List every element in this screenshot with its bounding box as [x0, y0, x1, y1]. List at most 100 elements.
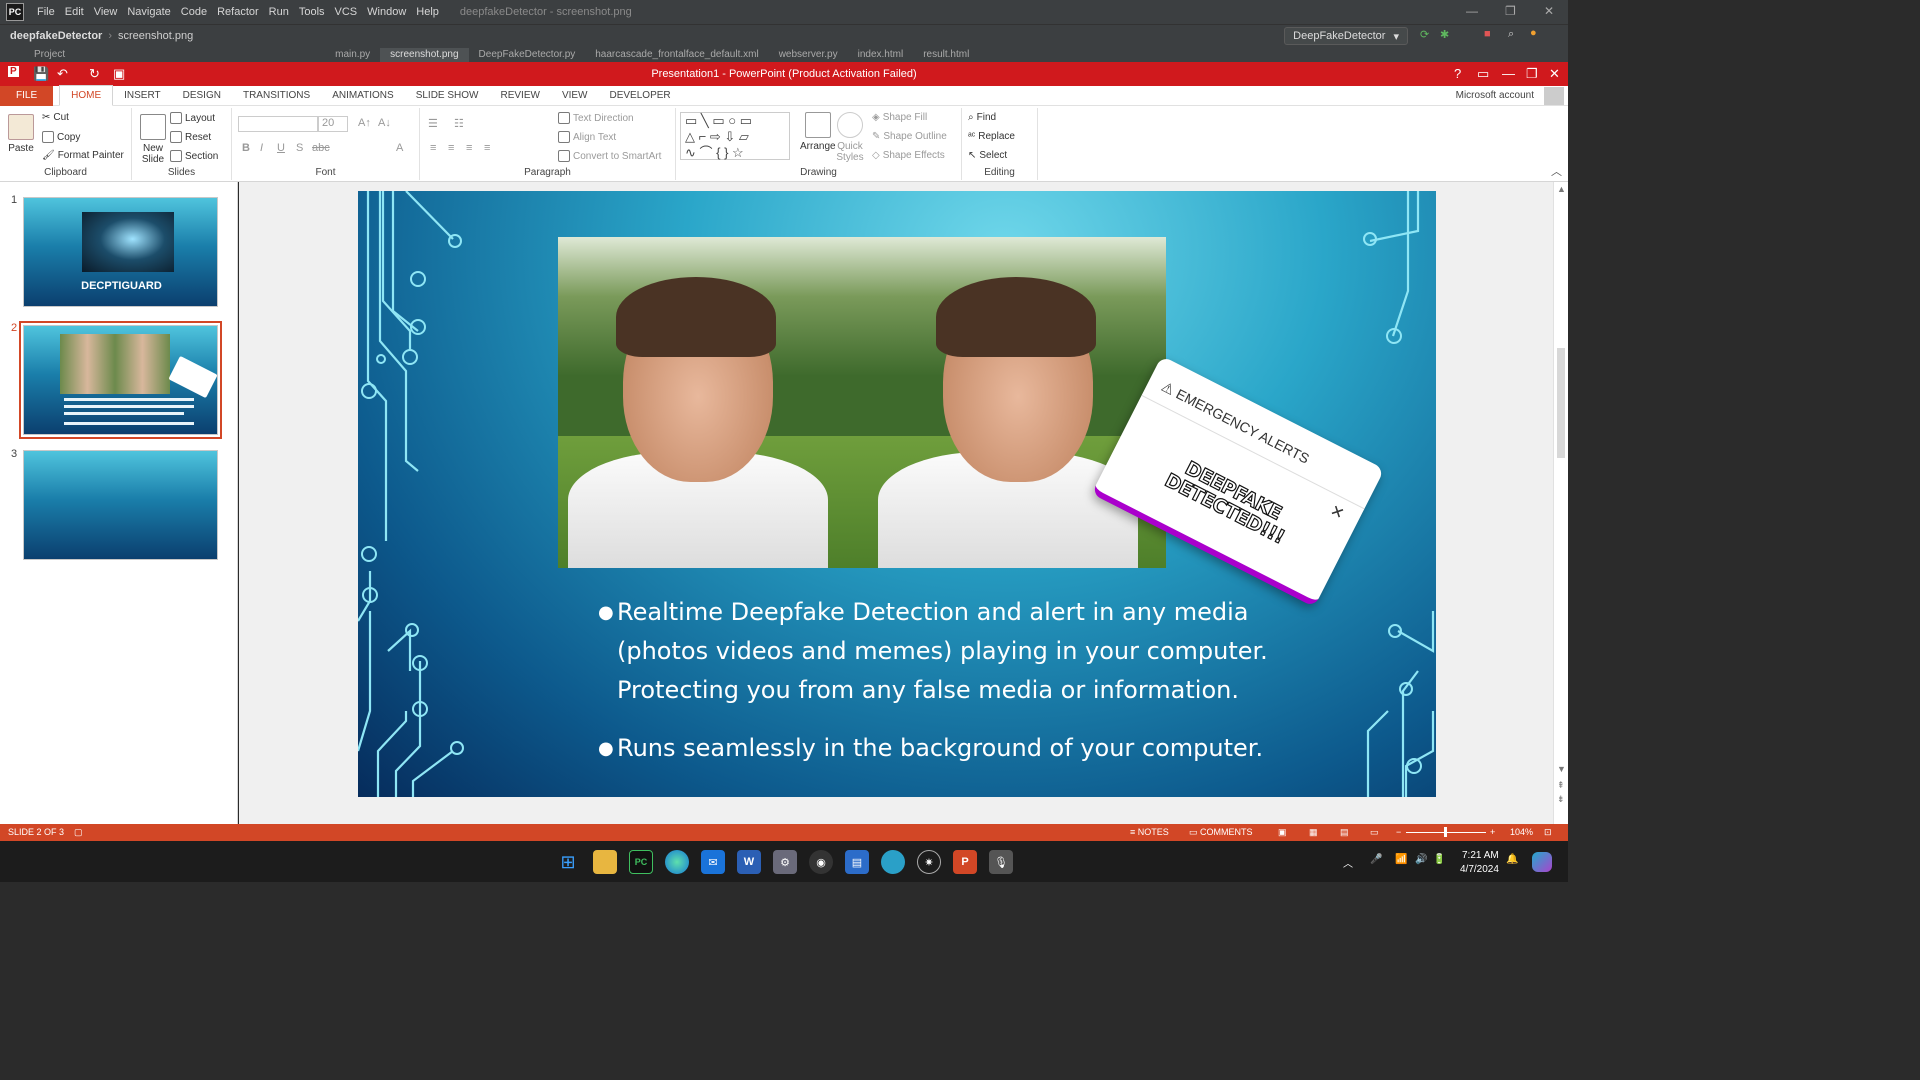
chatgpt-icon[interactable]: ✷ [917, 850, 941, 874]
numbering-icon[interactable]: ☷ [454, 117, 464, 130]
tab-deepfakedetector-py[interactable]: DeepFakeDetector.py [469, 48, 586, 62]
layout-button[interactable]: Layout [170, 112, 215, 124]
menu-run[interactable]: Run [264, 6, 294, 18]
edge-icon[interactable] [665, 850, 689, 874]
tab-animations[interactable]: ANIMATIONS [321, 86, 404, 106]
find-button[interactable]: ⌕ Find [968, 112, 996, 123]
italic-icon[interactable]: I [260, 142, 263, 154]
fit-slide-icon[interactable]: ⊡ [1544, 827, 1552, 838]
align-right-icon[interactable]: ≡ [466, 142, 472, 154]
slideshow-view-icon[interactable]: ▭ [1370, 827, 1379, 838]
vertical-scrollbar[interactable]: ▲ ▼ ⇞ ⇟ [1553, 182, 1568, 824]
align-left-icon[interactable]: ≡ [430, 142, 436, 154]
breadcrumb-project[interactable]: deepfakeDetector [10, 30, 102, 42]
menu-window[interactable]: Window [362, 6, 411, 18]
align-center-icon[interactable]: ≡ [448, 142, 454, 154]
run-icon[interactable]: ⟳ [1420, 28, 1429, 41]
arrange-button[interactable]: Arrange [800, 112, 836, 152]
normal-view-icon[interactable]: ▣ [1278, 827, 1287, 838]
tab-main-py[interactable]: main.py [325, 48, 380, 62]
comments-button[interactable]: ▭ COMMENTS [1189, 827, 1253, 838]
settings-icon[interactable]: ⚙ [773, 850, 797, 874]
shape-effects-button[interactable]: ◇ Shape Effects [872, 150, 945, 161]
scroll-up-icon[interactable]: ▲ [1557, 184, 1566, 194]
previous-slide-icon[interactable]: ⇞ [1557, 780, 1565, 791]
tab-home[interactable]: HOME [59, 85, 114, 106]
tab-project[interactable]: Project [24, 48, 75, 62]
clock-time[interactable]: 7:21 AM [1462, 850, 1499, 861]
shadow-icon[interactable]: S [296, 142, 303, 154]
bullet-2[interactable]: ● Runs seamlessly in the background of y… [598, 729, 1263, 768]
redo-icon[interactable]: ↻ [89, 66, 100, 82]
mail-icon[interactable]: ✉ [701, 850, 725, 874]
file-explorer-icon[interactable] [593, 850, 617, 874]
bold-icon[interactable]: B [242, 142, 250, 154]
copilot-icon[interactable] [1532, 852, 1552, 872]
tab-file[interactable]: FILE [0, 85, 54, 106]
ide-close-icon[interactable]: ✕ [1544, 4, 1554, 18]
underline-icon[interactable]: U [277, 142, 285, 154]
tab-index-html[interactable]: index.html [848, 48, 914, 62]
convert-smartart-button[interactable]: Convert to SmartArt [558, 150, 661, 162]
next-slide-icon[interactable]: ⇟ [1557, 794, 1565, 805]
spell-check-icon[interactable]: ▢ [74, 827, 83, 838]
undo-icon[interactable]: ↶ [57, 66, 68, 82]
tab-haarcascade-xml[interactable]: haarcascade_frontalface_default.xml [585, 48, 768, 62]
menu-tools[interactable]: Tools [294, 6, 330, 18]
text-direction-button[interactable]: Text Direction [558, 112, 634, 124]
zoom-level[interactable]: 104% [1510, 827, 1533, 837]
stop-icon[interactable]: ■ [1484, 28, 1491, 40]
update-icon[interactable]: ● [1530, 27, 1537, 39]
tab-review[interactable]: REVIEW [489, 86, 550, 106]
paste-button[interactable]: Paste [8, 114, 34, 154]
reading-view-icon[interactable]: ▤ [1340, 827, 1349, 838]
menu-view[interactable]: View [89, 6, 123, 18]
word-icon[interactable]: W [737, 850, 761, 874]
zoom-slider-thumb[interactable] [1444, 827, 1447, 837]
format-painter-button[interactable]: 🖌 Format Painter [42, 150, 124, 161]
tab-design[interactable]: DESIGN [172, 86, 232, 106]
save-icon[interactable]: 💾 [33, 66, 49, 82]
font-color-icon[interactable]: A [396, 142, 403, 154]
align-text-button[interactable]: Align Text [558, 131, 616, 143]
shape-fill-button[interactable]: ◈ Shape Fill [872, 112, 927, 123]
menu-refactor[interactable]: Refactor [212, 6, 264, 18]
tab-screenshot-png[interactable]: screenshot.png [380, 48, 469, 62]
notification-icon[interactable]: 🔔 [1506, 854, 1518, 865]
search-icon[interactable]: ⌕ [1508, 28, 1514, 41]
battery-icon[interactable]: 🔋 [1433, 854, 1445, 865]
shapes-gallery[interactable]: ▭ ╲ ▭ ○ ▭ △ ⌐ ⇨ ⇩ ▱ ∿ ⌒ { } ☆ [680, 112, 790, 160]
notes-button[interactable]: ≡ NOTES [1130, 827, 1169, 837]
notepad-icon[interactable]: ▤ [845, 850, 869, 874]
debug-icon[interactable]: ✱ [1440, 28, 1449, 41]
ppt-minimize-icon[interactable]: — [1502, 66, 1515, 81]
menu-vcs[interactable]: VCS [330, 6, 363, 18]
slide-thumbnail-3[interactable] [23, 450, 218, 560]
shape-outline-button[interactable]: ✎ Shape Outline [872, 131, 947, 142]
tab-webserver-py[interactable]: webserver.py [769, 48, 848, 62]
menu-help[interactable]: Help [411, 6, 444, 18]
tab-result-html[interactable]: result.html [913, 48, 979, 62]
justify-icon[interactable]: ≡ [484, 142, 490, 154]
replace-button[interactable]: ᵃᶜ Replace [968, 131, 1015, 142]
strikethrough-icon[interactable]: abc [312, 142, 330, 154]
font-name-combo[interactable] [238, 116, 318, 132]
tab-slide-show[interactable]: SLIDE SHOW [405, 86, 490, 106]
menu-code[interactable]: Code [176, 6, 212, 18]
microphone-icon[interactable]: 🎤 [1370, 854, 1382, 865]
grow-font-icon[interactable]: A↑ [358, 117, 371, 129]
breadcrumb-file[interactable]: screenshot.png [118, 30, 193, 42]
new-slide-button[interactable]: New Slide [138, 114, 168, 165]
ide-minimize-icon[interactable]: — [1466, 4, 1478, 18]
obs-icon[interactable]: ◉ [809, 850, 833, 874]
avatar[interactable] [1544, 87, 1564, 105]
ppt-maximize-icon[interactable]: ❐ [1526, 66, 1538, 82]
menu-navigate[interactable]: Navigate [122, 6, 175, 18]
shrink-font-icon[interactable]: A↓ [378, 117, 391, 129]
section-button[interactable]: Section [170, 150, 218, 162]
slide-sorter-icon[interactable]: ▦ [1309, 827, 1318, 838]
tray-overflow-icon[interactable]: ︿ [1343, 855, 1353, 870]
zoom-in-icon[interactable]: + [1490, 827, 1495, 837]
copy-button[interactable]: Copy [42, 131, 80, 143]
scroll-down-icon[interactable]: ▼ [1557, 764, 1566, 774]
